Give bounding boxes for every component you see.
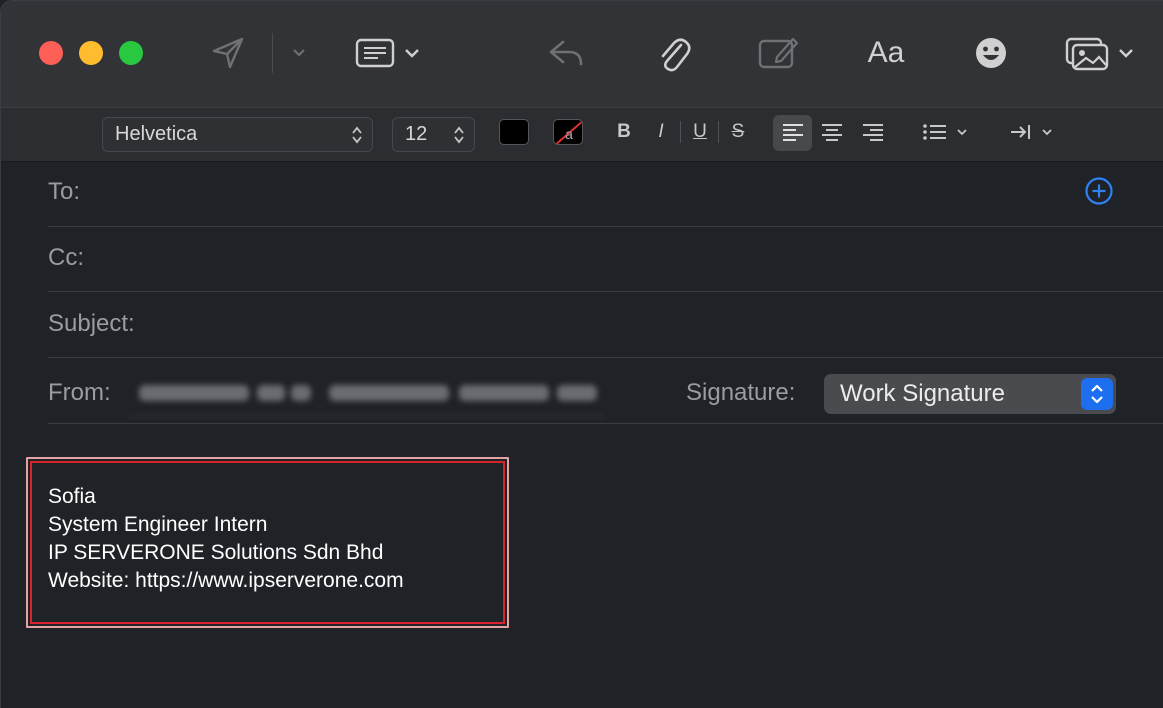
- font-size-select[interactable]: 12: [392, 117, 475, 152]
- up-down-chevron-icon: [352, 126, 362, 144]
- underline-button[interactable]: U: [689, 119, 711, 145]
- markup-icon[interactable]: [756, 33, 800, 73]
- close-window-button[interactable]: [39, 41, 63, 65]
- list-options-icon[interactable]: [921, 119, 971, 145]
- format-fonts-button[interactable]: Aa: [861, 33, 911, 73]
- divider: [48, 423, 1163, 424]
- toolbar: Aa: [1, 1, 1163, 107]
- minimize-window-button[interactable]: [79, 41, 103, 65]
- from-account-select-blurred[interactable]: [129, 373, 604, 417]
- align-center-icon[interactable]: [820, 119, 844, 145]
- svg-text:a: a: [565, 126, 573, 142]
- bold-button[interactable]: B: [613, 119, 635, 145]
- background-color-well[interactable]: a: [553, 119, 583, 145]
- send-options-chevron-down-icon[interactable]: [288, 33, 310, 73]
- font-family-select[interactable]: Helvetica: [102, 117, 373, 152]
- indent-options-icon[interactable]: [1009, 119, 1055, 145]
- attachment-paperclip-icon[interactable]: [653, 33, 693, 73]
- font-family-value: Helvetica: [115, 123, 198, 145]
- message-body-signature[interactable]: Sofia System Engineer Intern IP SERVERON…: [48, 483, 404, 595]
- signature-line-website: Website: https://www.ipserverone.com: [48, 569, 404, 592]
- text-color-well[interactable]: [499, 119, 529, 145]
- subject-input[interactable]: [161, 303, 1131, 347]
- align-right-icon[interactable]: [861, 119, 885, 145]
- no-color-slash-icon: a: [554, 120, 582, 144]
- signature-label: Signature:: [686, 379, 796, 406]
- signature-select-value: Work Signature: [840, 380, 1005, 407]
- to-input[interactable]: [131, 171, 1071, 215]
- subject-label: Subject:: [48, 310, 135, 337]
- divider: [48, 291, 1163, 292]
- strikethrough-button[interactable]: S: [727, 119, 749, 145]
- divider: [48, 226, 1163, 227]
- italic-button[interactable]: I: [651, 119, 671, 145]
- signature-line-title: System Engineer Intern: [48, 513, 268, 536]
- zoom-window-button[interactable]: [119, 41, 143, 65]
- toolbar-separator: [272, 33, 273, 73]
- signature-select[interactable]: Work Signature: [824, 374, 1116, 414]
- format-separator: [718, 121, 719, 143]
- align-left-icon[interactable]: [781, 119, 805, 145]
- cc-input[interactable]: [131, 237, 1131, 281]
- mail-compose-window: Aa Helvetica 12 a B I U S To: Cc: Subjec…: [0, 0, 1163, 708]
- reply-icon[interactable]: [546, 33, 586, 73]
- signature-line-company: IP SERVERONE Solutions Sdn Bhd: [48, 541, 384, 564]
- header-fields-button[interactable]: [353, 33, 425, 73]
- from-label: From:: [48, 379, 111, 406]
- up-down-stepper-icon: [1081, 378, 1113, 410]
- send-icon[interactable]: [206, 33, 250, 73]
- add-contact-plus-icon[interactable]: [1084, 176, 1114, 206]
- photo-browser-icon[interactable]: [1063, 33, 1138, 73]
- emoji-icon[interactable]: [971, 33, 1011, 73]
- to-label: To:: [48, 178, 81, 205]
- format-separator: [680, 121, 681, 143]
- cc-label: Cc:: [48, 244, 84, 271]
- signature-line-name: Sofia: [48, 485, 96, 508]
- divider: [48, 357, 1163, 358]
- font-size-value: 12: [405, 123, 428, 145]
- up-down-chevron-icon: [454, 126, 464, 144]
